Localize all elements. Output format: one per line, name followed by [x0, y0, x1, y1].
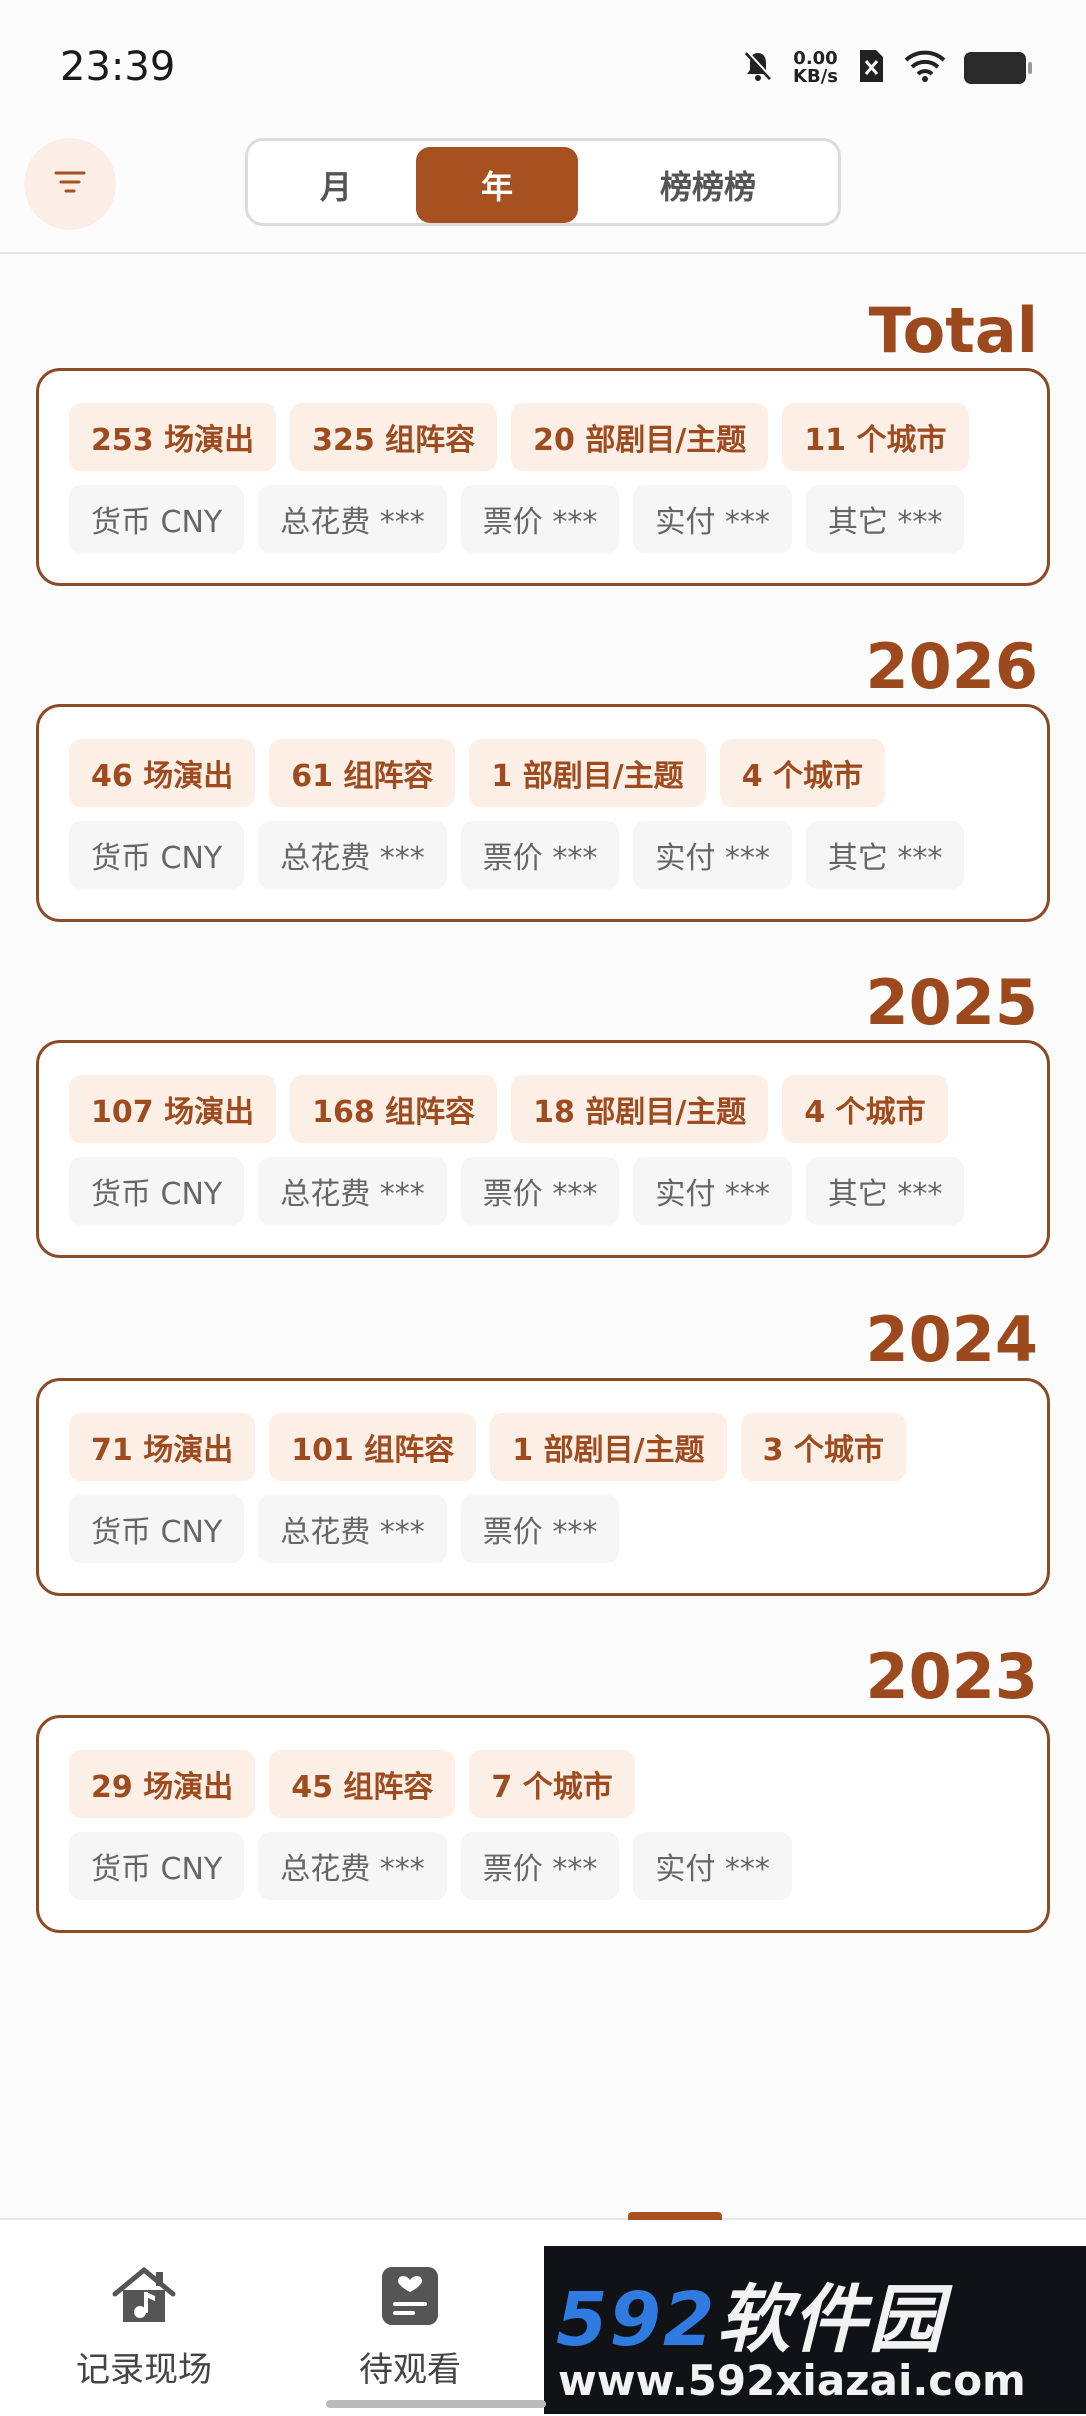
status-time: 23:39: [60, 44, 176, 90]
battery-icon: [964, 52, 1032, 84]
ticket-price-chip: 票价 ***: [460, 1832, 620, 1900]
filter-button[interactable]: [24, 138, 116, 230]
section-title-total: Total: [868, 294, 1038, 367]
show-count-chip: 1 部剧目/主题: [469, 739, 706, 807]
nav-to-watch[interactable]: 待观看: [310, 2264, 510, 2391]
currency-chip: 货币 CNY: [69, 821, 245, 889]
currency-chip: 货币 CNY: [69, 1495, 245, 1563]
city-count-chip: 3 个城市: [740, 1413, 906, 1481]
city-count-chip: 4 个城市: [782, 1075, 948, 1143]
currency-chip: 货币 CNY: [69, 485, 245, 553]
section-title-2025: 2025: [865, 966, 1038, 1039]
money-chip-row: 货币 CNY 总花费 *** 票价 *** 实付 *** 其它 ***: [69, 1157, 965, 1225]
tab-month[interactable]: 月: [256, 147, 416, 223]
performance-count-chip: 71 场演出: [69, 1413, 256, 1481]
watermark-number: 592: [556, 2277, 717, 2363]
currency-chip: 货币 CNY: [69, 1832, 245, 1900]
other-cost-chip: 其它 ***: [805, 1157, 965, 1225]
nav-watch-label: 待观看: [359, 2350, 461, 2390]
section-title-2023: 2023: [865, 1640, 1038, 1713]
summary-card-2025[interactable]: 107 场演出 168 组阵容 18 部剧目/主题 4 个城市 货币 CNY 总…: [36, 1040, 1050, 1258]
total-spend-chip: 总花费 ***: [258, 1832, 447, 1900]
filter-icon: [53, 169, 87, 199]
tab-ranking[interactable]: 榜榜榜: [578, 147, 838, 223]
city-count-chip: 7 个城市: [469, 1750, 635, 1818]
show-count-chip: 20 部剧目/主题: [511, 403, 769, 471]
watermark-brand: 592软件园: [556, 2260, 944, 2367]
network-speed: 0.00 KB/s: [793, 50, 838, 86]
watermark-text: 软件园: [716, 2277, 945, 2363]
network-speed-unit: KB/s: [793, 66, 838, 87]
money-chip-row: 货币 CNY 总花费 *** 票价 ***: [69, 1495, 620, 1563]
summary-card-2023[interactable]: 29 场演出 45 组阵容 7 个城市 货币 CNY 总花费 *** 票价 **…: [36, 1715, 1050, 1933]
total-spend-chip: 总花费 ***: [258, 1495, 447, 1563]
cast-count-chip: 101 组阵容: [269, 1413, 477, 1481]
money-chip-row: 货币 CNY 总花费 *** 票价 *** 实付 *** 其它 ***: [69, 485, 965, 553]
wifi-icon: [904, 49, 946, 87]
section-title-2026: 2026: [865, 630, 1038, 703]
status-bar: 23:39 0.00 KB/s: [0, 0, 1086, 130]
performance-count-chip: 46 场演出: [69, 739, 256, 807]
other-cost-chip: 其它 ***: [805, 485, 965, 553]
money-chip-row: 货币 CNY 总花费 *** 票价 *** 实付 ***: [69, 1832, 792, 1900]
stat-chip-row: 253 场演出 325 组阵容 20 部剧目/主题 11 个城市: [69, 403, 969, 471]
ticket-price-chip: 票价 ***: [460, 1157, 620, 1225]
city-count-chip: 11 个城市: [782, 403, 969, 471]
period-tabs: 月 年 榜榜榜: [245, 138, 841, 226]
total-spend-chip: 总花费 ***: [258, 821, 447, 889]
watermark-url: www.592xiazai.com: [558, 2356, 1026, 2405]
performance-count-chip: 29 场演出: [69, 1750, 256, 1818]
money-chip-row: 货币 CNY 总花费 *** 票价 *** 实付 *** 其它 ***: [69, 821, 965, 889]
total-spend-chip: 总花费 ***: [258, 1157, 447, 1225]
stat-chip-row: 107 场演出 168 组阵容 18 部剧目/主题 4 个城市: [69, 1075, 948, 1143]
section-title-2024: 2024: [865, 1303, 1038, 1376]
status-icons: 0.00 KB/s: [741, 48, 1032, 88]
summary-card-2026[interactable]: 46 场演出 61 组阵容 1 部剧目/主题 4 个城市 货币 CNY 总花费 …: [36, 704, 1050, 922]
show-count-chip: 1 部剧目/主题: [490, 1413, 727, 1481]
total-spend-chip: 总花费 ***: [258, 485, 447, 553]
currency-chip: 货币 CNY: [69, 1157, 245, 1225]
performance-count-chip: 107 场演出: [69, 1075, 277, 1143]
cast-count-chip: 45 组阵容: [269, 1750, 456, 1818]
paid-amount-chip: 实付 ***: [633, 1832, 792, 1900]
ticket-price-chip: 票价 ***: [460, 821, 620, 889]
summary-card-total[interactable]: 253 场演出 325 组阵容 20 部剧目/主题 11 个城市 货币 CNY …: [36, 368, 1050, 586]
mute-bell-icon: [741, 49, 775, 87]
home-music-icon: [109, 2264, 179, 2332]
sim-off-icon: [856, 48, 886, 88]
cast-count-chip: 61 组阵容: [269, 739, 456, 807]
heart-list-icon: [379, 2264, 441, 2332]
summary-card-2024[interactable]: 71 场演出 101 组阵容 1 部剧目/主题 3 个城市 货币 CNY 总花费…: [36, 1378, 1050, 1596]
paid-amount-chip: 实付 ***: [633, 1157, 792, 1225]
show-count-chip: 18 部剧目/主题: [511, 1075, 769, 1143]
paid-amount-chip: 实付 ***: [633, 821, 792, 889]
ticket-price-chip: 票价 ***: [460, 485, 620, 553]
home-indicator[interactable]: [326, 2400, 546, 2408]
nav-record-label: 记录现场: [76, 2350, 212, 2390]
tab-year[interactable]: 年: [416, 147, 578, 223]
performance-count-chip: 253 场演出: [69, 403, 277, 471]
paid-amount-chip: 实付 ***: [633, 485, 792, 553]
header: 月 年 榜榜榜: [0, 130, 1086, 254]
stat-chip-row: 71 场演出 101 组阵容 1 部剧目/主题 3 个城市: [69, 1413, 906, 1481]
cast-count-chip: 325 组阵容: [290, 403, 498, 471]
other-cost-chip: 其它 ***: [805, 821, 965, 889]
stat-chip-row: 46 场演出 61 组阵容 1 部剧目/主题 4 个城市: [69, 739, 886, 807]
nav-record-live[interactable]: 记录现场: [44, 2264, 244, 2391]
cast-count-chip: 168 组阵容: [290, 1075, 498, 1143]
ticket-price-chip: 票价 ***: [460, 1495, 620, 1563]
stat-chip-row: 29 场演出 45 组阵容 7 个城市: [69, 1750, 635, 1818]
active-nav-indicator: [628, 2212, 722, 2220]
watermark-logo: 592软件园 www.592xiazai.com: [544, 2246, 1086, 2414]
city-count-chip: 4 个城市: [719, 739, 886, 807]
